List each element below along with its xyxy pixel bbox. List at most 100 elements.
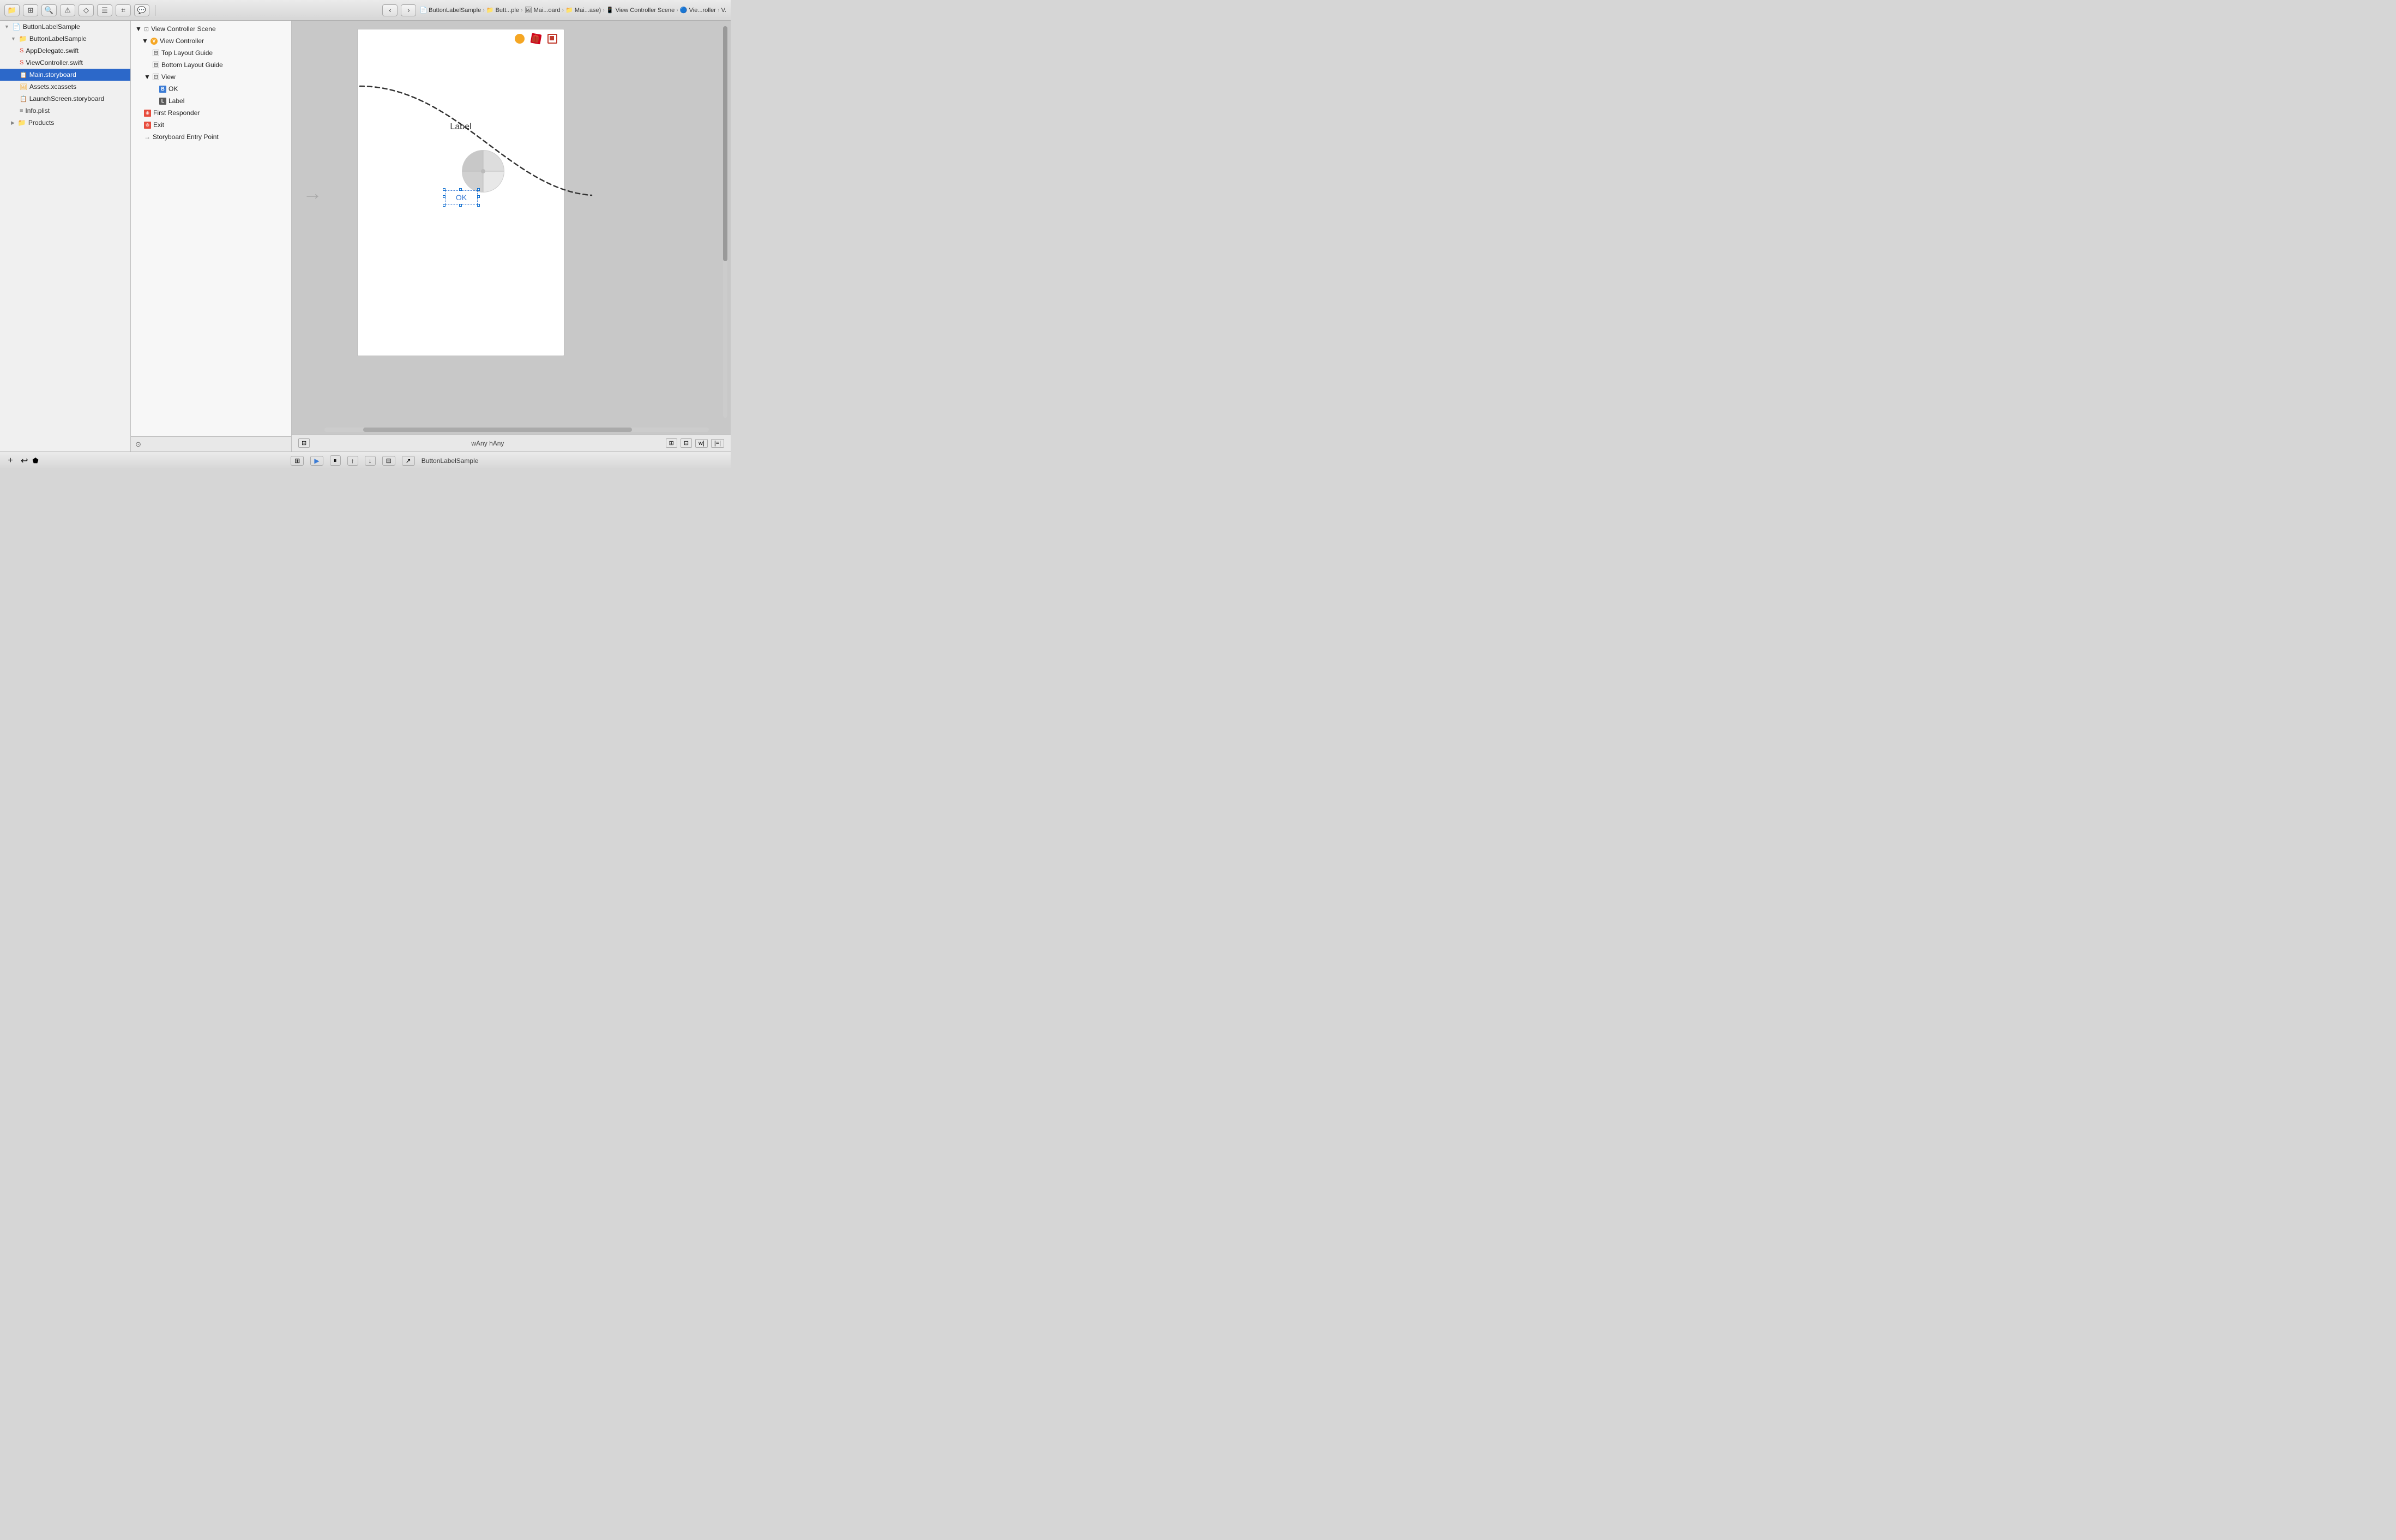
- handle-ml: [443, 195, 446, 198]
- label-icon: L: [159, 98, 166, 105]
- bottom-play-btn[interactable]: ▶: [310, 456, 323, 466]
- bottom-pointer-btn[interactable]: ↗: [402, 456, 415, 466]
- scene-icon: ⊡: [144, 26, 149, 33]
- outline-item-vc[interactable]: ▼ V View Controller: [131, 35, 291, 47]
- outline-item-label[interactable]: L Label: [131, 95, 291, 107]
- main-toolbar: 📁 ⊞ 🔍 ⚠ ◇ ☰ ⌗ 💬 ‹ › 📄 ButtonLabelSample …: [0, 0, 731, 21]
- disclosure-vc-scene: ▼: [135, 25, 142, 33]
- link-btn[interactable]: ⌗: [116, 4, 131, 16]
- search-btn[interactable]: 🔍: [41, 4, 57, 16]
- canvas-size-label: wAny hAny: [471, 440, 504, 447]
- canvas-horizontal-scrollbar[interactable]: [324, 428, 709, 432]
- breadcrumb-vc[interactable]: Vie...roller: [689, 7, 716, 14]
- canvas-h-scrollbar-thumb[interactable]: [363, 428, 633, 432]
- sidebar-label-root: ButtonLabelSample: [23, 23, 80, 31]
- entry-point-arrow: →: [303, 182, 322, 204]
- bottom-pause-btn[interactable]: ⏸: [330, 455, 341, 466]
- breadcrumb-app[interactable]: ButtonLabelSample: [429, 7, 481, 14]
- hierarchy-btn[interactable]: ⊞: [23, 4, 38, 16]
- breadcrumb-vcsceneicon: 📱: [606, 7, 614, 14]
- exit-icon: ⊗: [144, 122, 151, 129]
- ok-btn-icon: B: [159, 86, 166, 93]
- outline-item-ok-btn[interactable]: B OK: [131, 83, 291, 95]
- breadcrumb-vcscene[interactable]: View Controller Scene: [616, 7, 675, 14]
- app-bottom-toolbar: + ↩ ⬟ ⊞ ▶ ⏸ ↑ ↓ ⊟ ↗ ButtonLabelSample: [0, 452, 731, 469]
- sidebar-item-viewcontroller[interactable]: S ViewController.swift: [0, 57, 130, 69]
- outline-item-exit[interactable]: ⊗ Exit: [131, 119, 291, 131]
- breadcrumb-story[interactable]: Mai...oard: [534, 7, 561, 14]
- breadcrumb-sep5: ›: [718, 7, 720, 14]
- sidebar-item-group[interactable]: ▼ 📁 ButtonLabelSample: [0, 33, 130, 45]
- folder-btn[interactable]: 📁: [4, 4, 20, 16]
- breadcrumb-v[interactable]: V.: [721, 7, 726, 14]
- entry-point-icon: →: [144, 133, 150, 141]
- breadcrumb-sep1: ›: [521, 7, 523, 14]
- layout-btn[interactable]: ⊟: [681, 438, 692, 448]
- outline-item-bottom-layout[interactable]: ⊟ Bottom Layout Guide: [131, 59, 291, 71]
- issues-btn[interactable]: ⬟: [32, 456, 38, 465]
- outline-label-ok-btn: OK: [168, 85, 178, 93]
- git-btn[interactable]: ◇: [79, 4, 94, 16]
- outline-label-top-layout: Top Layout Guide: [161, 49, 213, 57]
- outline-item-entry-point[interactable]: → Storyboard Entry Point: [131, 131, 291, 143]
- nav-back-btn[interactable]: ‹: [382, 4, 398, 16]
- swift-icon-appdelegate: S: [20, 47, 23, 54]
- frame-circle-icon: [515, 34, 525, 44]
- handle-tr: [477, 188, 480, 191]
- history-btn[interactable]: ↩: [21, 455, 28, 466]
- comment-btn[interactable]: 💬: [134, 4, 149, 16]
- ok-button-area[interactable]: OK: [445, 190, 478, 204]
- add-file-btn[interactable]: +: [4, 455, 16, 467]
- handle-bl: [443, 204, 446, 207]
- list-btn[interactable]: ☰: [97, 4, 112, 16]
- breadcrumb-story2icon: 📁: [565, 7, 573, 14]
- outline-item-view[interactable]: ▼ ⊡ View: [131, 71, 291, 83]
- constraint-btn[interactable]: w|: [695, 439, 708, 448]
- breadcrumb-appicon: 📄: [419, 7, 427, 14]
- view-icon: ⊡: [153, 74, 159, 80]
- breadcrumb-folder-label[interactable]: Butt...ple: [496, 7, 519, 14]
- canvas-viewport[interactable]: Label: [292, 21, 731, 434]
- breadcrumb-story2[interactable]: Mai...ase): [575, 7, 601, 14]
- sidebar-label-products: Products: [28, 119, 54, 127]
- warning-btn[interactable]: ⚠: [60, 4, 75, 16]
- frame-cube-icon: [531, 33, 542, 45]
- sidebar-label-mainstoryboard: Main.storyboard: [29, 71, 76, 79]
- sidebar-item-root[interactable]: ▼ 📄 ButtonLabelSample: [0, 21, 130, 33]
- canvas-scrollbar-thumb[interactable]: [723, 26, 727, 261]
- outline-zoom-icon: ⊙: [135, 440, 141, 449]
- sidebar-label-infoplist: Info.plist: [25, 107, 50, 115]
- canvas-vertical-scrollbar[interactable]: [723, 26, 727, 418]
- align-btn[interactable]: |=|: [711, 439, 724, 448]
- outline-label-exit: Exit: [153, 121, 164, 129]
- storyboard-scale-btn[interactable]: ⊞: [666, 438, 677, 448]
- outline-label-view: View: [161, 73, 176, 81]
- bottom-down-btn[interactable]: ↓: [365, 456, 376, 466]
- breadcrumb-sep4: ›: [676, 7, 678, 14]
- bottom-column-btn[interactable]: ⊟: [382, 456, 395, 466]
- sidebar-item-appdelegate[interactable]: S AppDelegate.swift: [0, 45, 130, 57]
- ok-button-text[interactable]: OK: [445, 190, 478, 204]
- file-navigator: ▼ 📄 ButtonLabelSample ▼ 📁 ButtonLabelSam…: [0, 21, 131, 452]
- products-folder-icon: 📁: [18, 119, 26, 127]
- sidebar-item-mainstoryboard[interactable]: 📋 Main.storyboard: [0, 69, 130, 81]
- nav-forward-btn[interactable]: ›: [401, 4, 416, 16]
- bottom-image-btn[interactable]: ⊞: [291, 456, 304, 466]
- disclosure-root: ▼: [4, 24, 9, 29]
- outline-item-vc-scene[interactable]: ▼ ⊡ View Controller Scene: [131, 23, 291, 35]
- canvas-label-text: Label: [450, 122, 471, 132]
- canvas-bottom-bar: ⊞ wAny hAny ⊞ ⊟ w| |=|: [292, 434, 731, 452]
- sidebar-item-products[interactable]: ▶ 📁 Products: [0, 117, 130, 129]
- size-display-btn[interactable]: ⊞: [298, 438, 310, 448]
- storyboard-icon-launch: 📋: [20, 95, 27, 103]
- canvas-size-label-area: wAny hAny: [471, 440, 504, 447]
- bottom-up-btn[interactable]: ↑: [347, 456, 358, 466]
- sidebar-item-launchscreen[interactable]: 📋 LaunchScreen.storyboard: [0, 93, 130, 105]
- disclosure-products: ▶: [11, 120, 15, 126]
- outline-item-first-responder[interactable]: ⊕ First Responder: [131, 107, 291, 119]
- assets-icon: 🖼: [20, 83, 27, 91]
- pie-wheel-svg: [461, 149, 505, 193]
- sidebar-item-assets[interactable]: 🖼 Assets.xcassets: [0, 81, 130, 93]
- sidebar-item-infoplist[interactable]: ≡ Info.plist: [0, 105, 130, 117]
- outline-item-top-layout[interactable]: ⊟ Top Layout Guide: [131, 47, 291, 59]
